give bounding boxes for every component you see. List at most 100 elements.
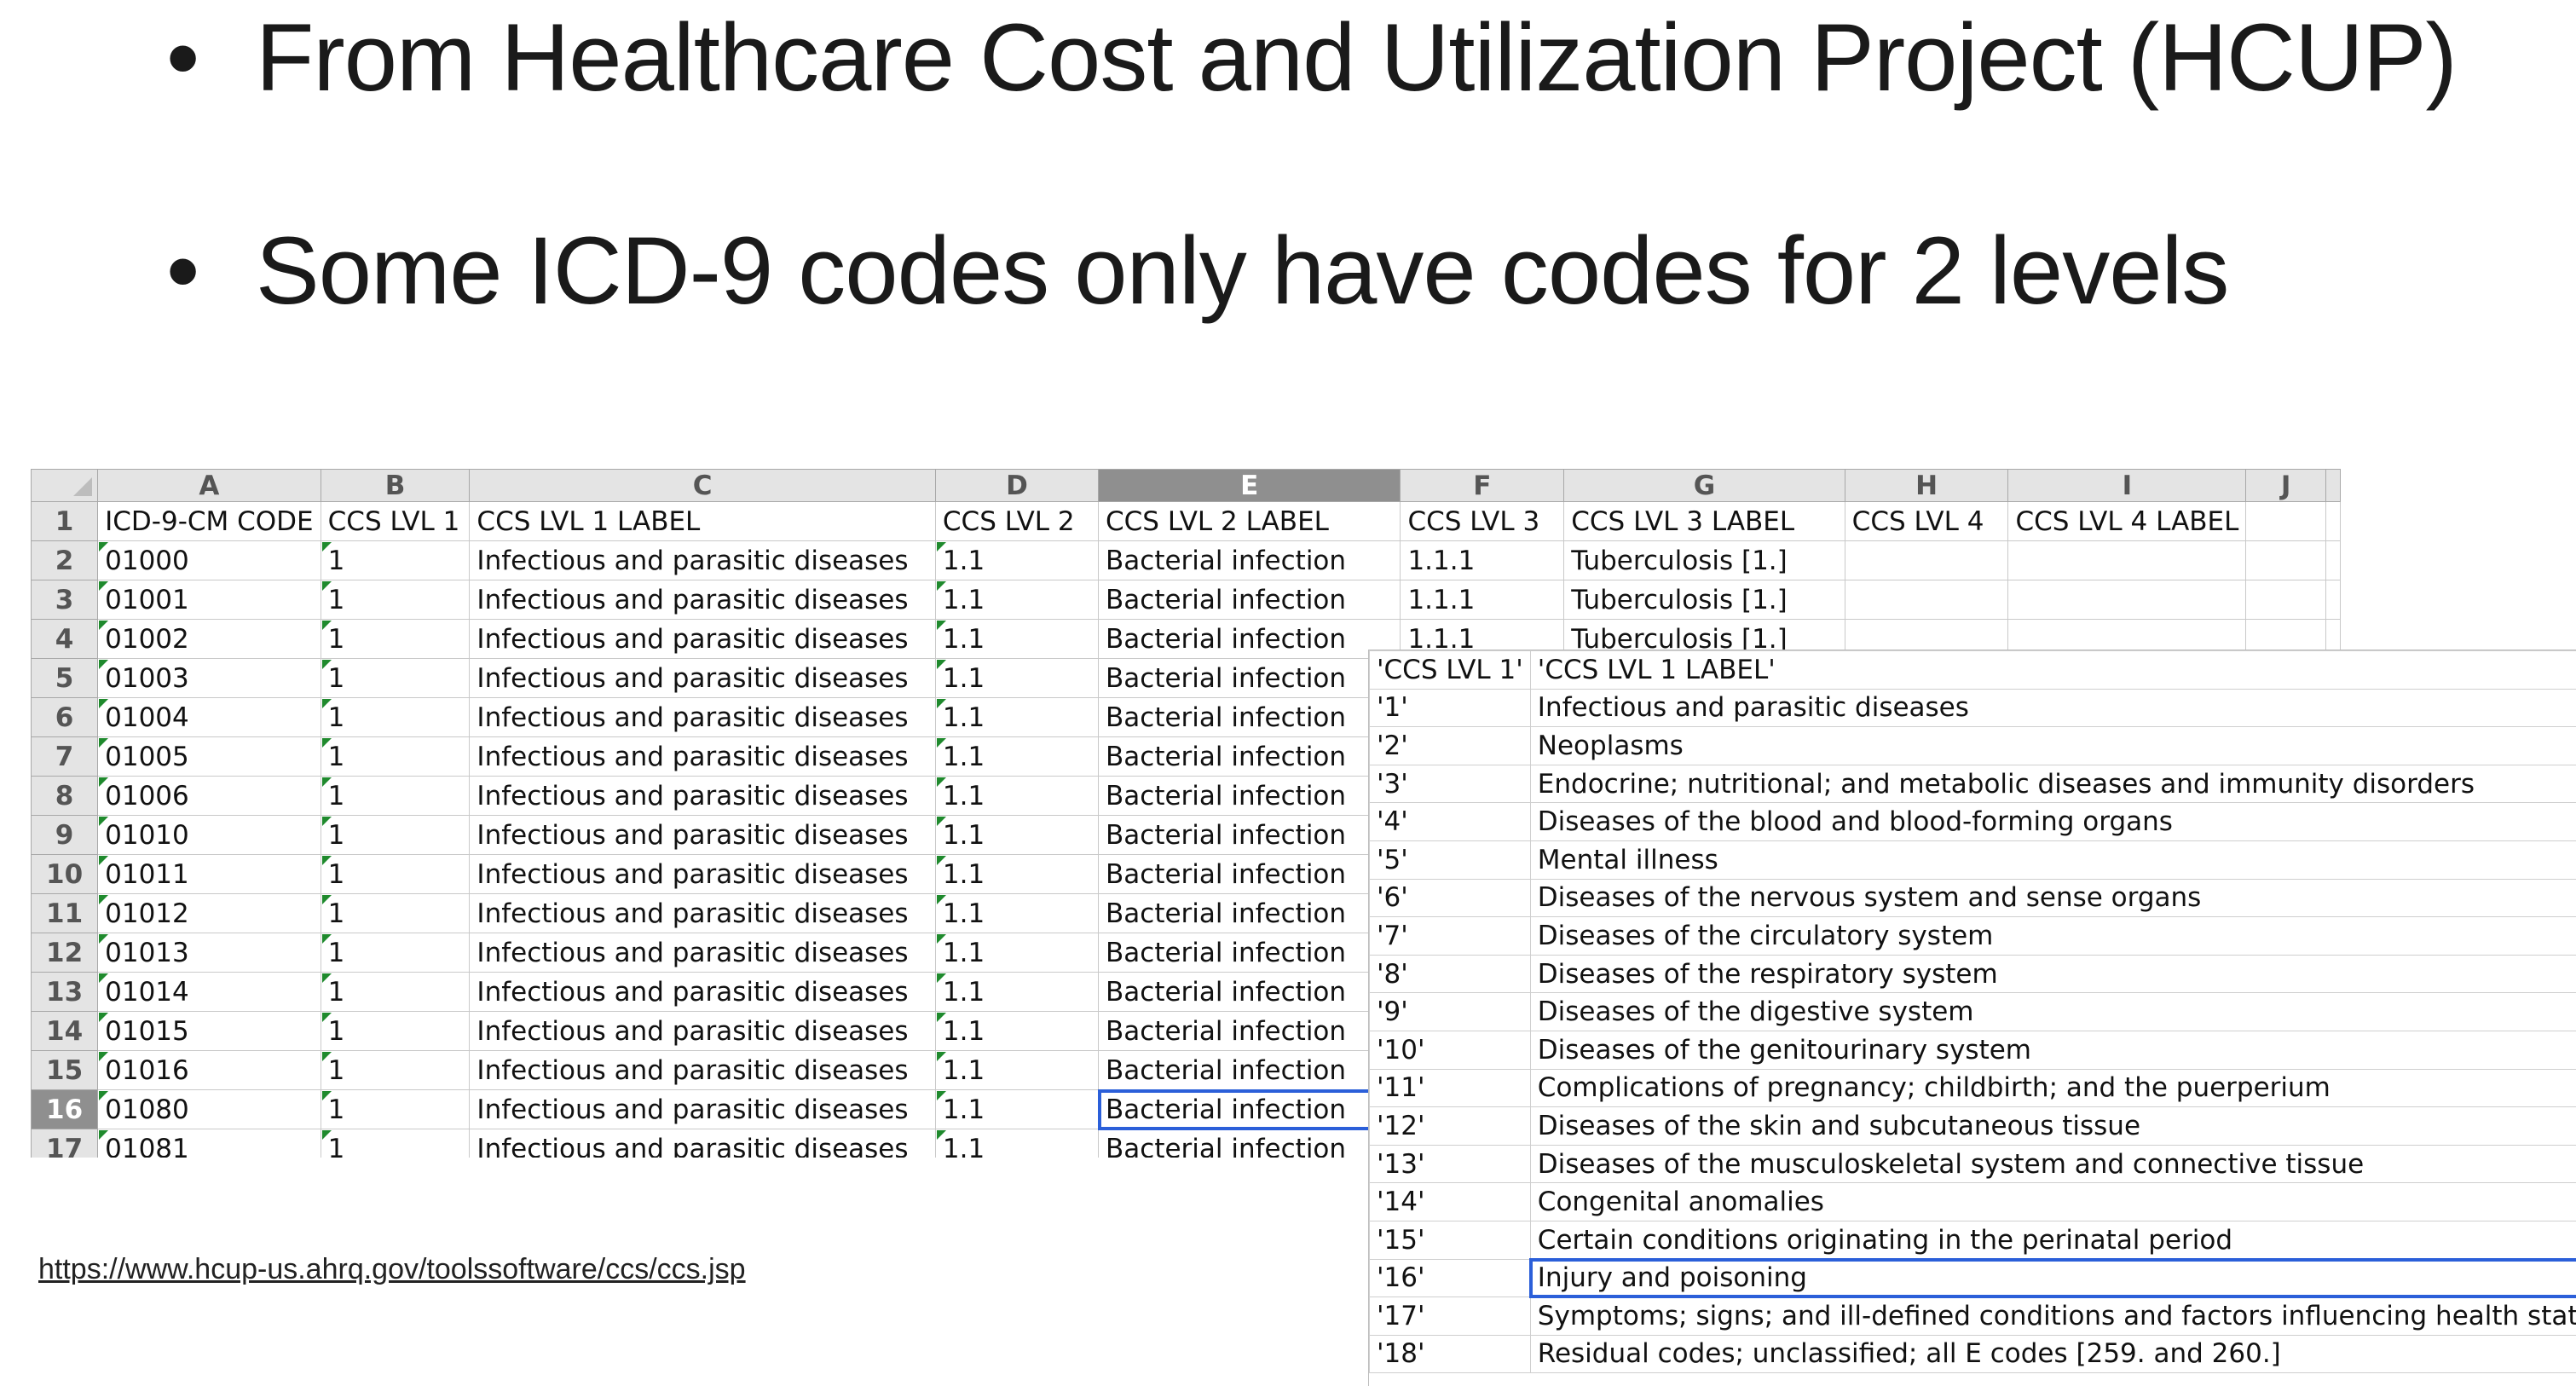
cell-a13[interactable]: 01014	[97, 972, 321, 1012]
lookup-code-cell[interactable]: '3'	[1369, 764, 1531, 804]
cell-d11[interactable]: 1.1	[934, 893, 1100, 933]
cell-d13[interactable]: 1.1	[934, 972, 1100, 1012]
cell-e11[interactable]: Bacterial infection	[1098, 893, 1401, 933]
cell-a16[interactable]: 01080	[97, 1089, 321, 1129]
lookup-code-cell[interactable]: '8'	[1369, 954, 1531, 994]
cell-c4[interactable]: Infectious and parasitic diseases	[469, 619, 936, 659]
lookup-code-cell[interactable]: '7'	[1369, 916, 1531, 956]
row-number[interactable]: 4	[31, 619, 99, 659]
cell-e8[interactable]: Bacterial infection	[1098, 776, 1401, 816]
cell-c14[interactable]: Infectious and parasitic diseases	[469, 1011, 936, 1051]
cell-i1[interactable]: CCS LVL 4 LABEL	[2007, 501, 2247, 541]
cell-h1[interactable]: CCS LVL 4	[1844, 501, 2009, 541]
cell-e9[interactable]: Bacterial infection	[1098, 815, 1401, 855]
column-header-c[interactable]: C	[469, 469, 936, 502]
cell-a14[interactable]: 01015	[97, 1011, 321, 1051]
lookup-label-cell[interactable]: Symptoms; signs; and ill-defined conditi…	[1529, 1296, 2576, 1336]
cell-b3[interactable]: 1	[320, 580, 471, 620]
cell-d5[interactable]: 1.1	[934, 658, 1100, 698]
row-number[interactable]: 14	[31, 1011, 99, 1051]
cell-i3[interactable]	[2007, 580, 2247, 620]
cell-b17[interactable]: 1	[320, 1129, 471, 1158]
lookup-label-cell[interactable]: Diseases of the genitourinary system	[1529, 1030, 2576, 1070]
cell-b11[interactable]: 1	[320, 893, 471, 933]
lookup-code-cell[interactable]: '11'	[1369, 1068, 1531, 1108]
cell-b6[interactable]: 1	[320, 697, 471, 737]
cell-d10[interactable]: 1.1	[934, 854, 1100, 894]
cell-d17[interactable]: 1.1	[934, 1129, 1100, 1158]
lookup-label-cell[interactable]: Residual codes; unclassified; all E code…	[1529, 1334, 2576, 1374]
row-number[interactable]: 10	[31, 854, 99, 894]
cell-a10[interactable]: 01011	[97, 854, 321, 894]
cell-b2[interactable]: 1	[320, 540, 471, 580]
lookup-code-cell[interactable]: '5'	[1369, 840, 1531, 880]
cell-a4[interactable]: 01002	[97, 619, 321, 659]
cell-e12[interactable]: Bacterial infection	[1098, 933, 1401, 973]
cell-e2[interactable]: Bacterial infection	[1098, 540, 1401, 580]
cell-f1[interactable]: CCS LVL 3	[1400, 501, 1565, 541]
cell-f2[interactable]: 1.1.1	[1400, 540, 1565, 580]
cell-e1[interactable]: CCS LVL 2 LABEL	[1098, 501, 1401, 541]
lookup-code-cell[interactable]: '10'	[1369, 1030, 1531, 1070]
cell-c1[interactable]: CCS LVL 1 LABEL	[469, 501, 936, 541]
cell-e3[interactable]: Bacterial infection	[1098, 580, 1401, 620]
lookup-code-cell[interactable]: '15'	[1369, 1220, 1531, 1260]
column-header-g[interactable]: G	[1563, 469, 1845, 502]
column-header-j[interactable]: J	[2245, 469, 2326, 502]
lookup-code-cell[interactable]: '6'	[1369, 878, 1531, 918]
cell-b4[interactable]: 1	[320, 619, 471, 659]
cell-d14[interactable]: 1.1	[934, 1011, 1100, 1051]
cell-c13[interactable]: Infectious and parasitic diseases	[469, 972, 936, 1012]
cell-b7[interactable]: 1	[320, 736, 471, 777]
cell-d3[interactable]: 1.1	[934, 580, 1100, 620]
cell-b9[interactable]: 1	[320, 815, 471, 855]
lookup-label-cell[interactable]: Neoplasms	[1529, 726, 2576, 765]
cell-c3[interactable]: Infectious and parasitic diseases	[469, 580, 936, 620]
lookup-code-cell[interactable]: '16'	[1369, 1258, 1531, 1298]
cell-c9[interactable]: Infectious and parasitic diseases	[469, 815, 936, 855]
cell-a9[interactable]: 01010	[97, 815, 321, 855]
cell-d15[interactable]: 1.1	[934, 1050, 1100, 1090]
cell-a17[interactable]: 01081	[97, 1129, 321, 1158]
lookup-label-cell[interactable]: Endocrine; nutritional; and metabolic di…	[1529, 764, 2576, 804]
cell-a3[interactable]: 01001	[97, 580, 321, 620]
lookup-code-cell[interactable]: '1'	[1369, 688, 1531, 728]
cell-c5[interactable]: Infectious and parasitic diseases	[469, 658, 936, 698]
cell-d6[interactable]: 1.1	[934, 697, 1100, 737]
cell-c6[interactable]: Infectious and parasitic diseases	[469, 697, 936, 737]
cell-a15[interactable]: 01016	[97, 1050, 321, 1090]
row-number[interactable]: 15	[31, 1050, 99, 1090]
cell-d9[interactable]: 1.1	[934, 815, 1100, 855]
lookup-code-cell[interactable]: '2'	[1369, 726, 1531, 765]
cell-b15[interactable]: 1	[320, 1050, 471, 1090]
cell-j3[interactable]	[2245, 580, 2326, 620]
cell-e13[interactable]: Bacterial infection	[1098, 972, 1401, 1012]
lookup-label-cell[interactable]: Diseases of the skin and subcutaneous ti…	[1529, 1106, 2576, 1146]
cell-c2[interactable]: Infectious and parasitic diseases	[469, 540, 936, 580]
column-header-e[interactable]: E	[1098, 469, 1401, 502]
lookup-code-cell[interactable]: '12'	[1369, 1106, 1531, 1146]
lookup-label-cell[interactable]: Diseases of the respiratory system	[1529, 954, 2576, 994]
cell-c16[interactable]: Infectious and parasitic diseases	[469, 1089, 936, 1129]
cell-b16[interactable]: 1	[320, 1089, 471, 1129]
cell-j2[interactable]	[2245, 540, 2326, 580]
cell-a5[interactable]: 01003	[97, 658, 321, 698]
cell-b12[interactable]: 1	[320, 933, 471, 973]
cell-i2[interactable]	[2007, 540, 2247, 580]
cell-b5[interactable]: 1	[320, 658, 471, 698]
cell-b8[interactable]: 1	[320, 776, 471, 816]
cell-a7[interactable]: 01005	[97, 736, 321, 777]
lookup-label-cell[interactable]: Congenital anomalies	[1529, 1182, 2576, 1221]
cell-d12[interactable]: 1.1	[934, 933, 1100, 973]
lookup-label-cell[interactable]: Complications of pregnancy; childbirth; …	[1529, 1068, 2576, 1108]
row-number[interactable]: 16	[31, 1089, 99, 1129]
row-number[interactable]: 3	[31, 580, 99, 620]
row-number[interactable]: 9	[31, 815, 99, 855]
cell-c15[interactable]: Infectious and parasitic diseases	[469, 1050, 936, 1090]
cell-c10[interactable]: Infectious and parasitic diseases	[469, 854, 936, 894]
cell-b13[interactable]: 1	[320, 972, 471, 1012]
cell-c8[interactable]: Infectious and parasitic diseases	[469, 776, 936, 816]
row-number[interactable]: 13	[31, 972, 99, 1012]
lookup-label-cell[interactable]: Certain conditions originating in the pe…	[1529, 1220, 2576, 1260]
lookup-code-cell[interactable]: '13'	[1369, 1144, 1531, 1184]
